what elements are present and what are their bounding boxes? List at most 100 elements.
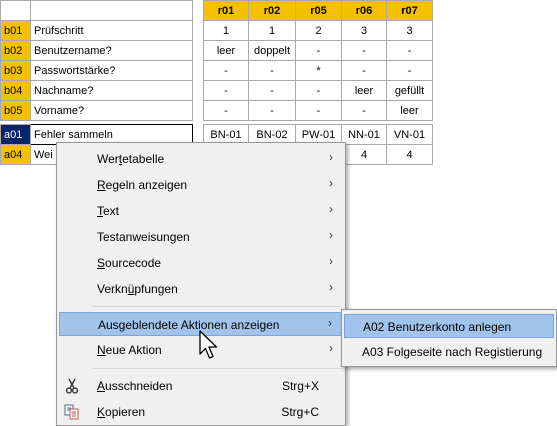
table-cell[interactable]: leer	[203, 40, 249, 61]
menu-item-verknuepfungen[interactable]: Verknüpfungen ›	[59, 277, 343, 301]
copy-icon	[63, 403, 81, 421]
row-id-b01[interactable]: b01	[0, 20, 31, 41]
row-id-a01[interactable]: a01	[0, 124, 31, 145]
menu-item-label: Kopieren	[97, 405, 146, 419]
submenu-item-a02[interactable]: A02 Benutzerkonto anlegen	[344, 314, 554, 338]
menu-item-label: Text	[97, 204, 120, 218]
gap-cell	[192, 0, 204, 21]
decision-table-top: r01 r02 r05 r06 r07 b01 Prüfschritt 1 1 …	[0, 0, 433, 121]
context-menu: Wertetabelle › Regeln anzeigen › Text › …	[56, 142, 346, 426]
submenu-arrow-icon: ›	[329, 228, 333, 242]
header-row: r01 r02 r05 r06 r07	[0, 0, 433, 21]
row-label[interactable]: Benutzername?	[30, 40, 193, 61]
menu-item-label: Ausschneiden	[97, 379, 173, 393]
menu-separator	[93, 306, 341, 307]
table-row: b01 Prüfschritt 1 1 2 3 3	[0, 20, 433, 41]
row-id-a04[interactable]: a04	[0, 144, 31, 165]
table-cell[interactable]: 2	[295, 20, 342, 41]
gap-cell	[192, 80, 204, 101]
label-header-cell	[30, 0, 193, 21]
table-cell[interactable]: -	[248, 100, 296, 121]
row-label[interactable]: Passwortstärke?	[30, 60, 193, 81]
row-label[interactable]: Nachname?	[30, 80, 193, 101]
column-header-r05[interactable]: r05	[295, 0, 342, 21]
table-cell[interactable]: 3	[386, 20, 433, 41]
table-cell[interactable]: NN-01	[341, 124, 387, 145]
table-cell[interactable]: -	[203, 60, 249, 81]
table-cell[interactable]: -	[203, 100, 249, 121]
submenu-arrow-icon: ›	[329, 202, 333, 216]
row-label[interactable]: Prüfschritt	[30, 20, 193, 41]
row-id-b05[interactable]: b05	[0, 100, 31, 121]
table-cell[interactable]: -	[341, 40, 387, 61]
scissors-icon	[63, 377, 81, 395]
table-row: b03 Passwortstärke? - - * - -	[0, 60, 433, 81]
menu-item-sourcecode[interactable]: Sourcecode ›	[59, 251, 343, 275]
table-cell[interactable]: 1	[248, 20, 296, 41]
column-header-r06[interactable]: r06	[341, 0, 387, 21]
table-row: b04 Nachname? - - - leer gefüllt	[0, 80, 433, 101]
table-cell[interactable]: doppelt	[248, 40, 296, 61]
submenu-arrow-icon: ›	[329, 341, 333, 355]
row-id-b03[interactable]: b03	[0, 60, 31, 81]
submenu-item-label: A03 Folgeseite nach Registierung	[362, 345, 543, 359]
submenu-item-label: A02 Benutzerkonto anlegen	[363, 320, 512, 334]
submenu-arrow-icon: ›	[329, 150, 333, 164]
row-label[interactable]: Vorname?	[30, 100, 193, 121]
table-row: b02 Benutzername? leer doppelt - - -	[0, 40, 433, 61]
table-cell[interactable]: -	[386, 60, 433, 81]
table-cell[interactable]: -	[295, 100, 342, 121]
row-id-b02[interactable]: b02	[0, 40, 31, 61]
table-cell[interactable]: -	[295, 40, 342, 61]
menu-item-label: Neue Aktion	[97, 343, 162, 357]
submenu-arrow-icon: ›	[329, 280, 333, 294]
menu-item-label: Sourcecode	[97, 256, 162, 270]
table-cell[interactable]: -	[295, 80, 342, 101]
table-cell[interactable]: -	[341, 100, 387, 121]
table-cell[interactable]: 3	[341, 20, 387, 41]
submenu-hidden-actions: A02 Benutzerkonto anlegen A03 Folgeseite…	[341, 309, 557, 367]
menu-separator	[93, 368, 341, 369]
menu-item-label: Testanweisungen	[97, 230, 190, 244]
shortcut-label: Strg+C	[281, 405, 319, 419]
submenu-arrow-icon: ›	[329, 176, 333, 190]
submenu-arrow-icon: ›	[328, 316, 332, 330]
shortcut-label: Strg+X	[281, 379, 319, 393]
column-header-r01[interactable]: r01	[203, 0, 249, 21]
table-cell[interactable]: *	[295, 60, 342, 81]
table-cell[interactable]: 4	[341, 144, 387, 165]
column-header-r02[interactable]: r02	[248, 0, 296, 21]
table-cell[interactable]: leer	[386, 100, 433, 121]
table-cell[interactable]: -	[248, 80, 296, 101]
corner-cell	[0, 0, 31, 21]
table-cell[interactable]: -	[248, 60, 296, 81]
menu-item-ausschneiden[interactable]: Ausschneiden Strg+X	[59, 374, 343, 398]
table-cell[interactable]: gefüllt	[386, 80, 433, 101]
column-header-r07[interactable]: r07	[386, 0, 433, 21]
table-cell[interactable]: -	[203, 80, 249, 101]
table-row: b05 Vorname? - - - - leer	[0, 100, 433, 121]
submenu-arrow-icon: ›	[329, 254, 333, 268]
table-cell[interactable]: 1	[203, 20, 249, 41]
menu-item-testanweisungen[interactable]: Testanweisungen ›	[59, 225, 343, 249]
menu-item-kopieren[interactable]: Kopieren Strg+C	[59, 400, 343, 424]
table-cell[interactable]: leer	[341, 80, 387, 101]
submenu-item-a03[interactable]: A03 Folgeseite nach Registierung	[344, 340, 554, 364]
menu-item-wertetabelle[interactable]: Wertetabelle ›	[59, 147, 343, 171]
table-cell[interactable]: -	[386, 40, 433, 61]
menu-item-label: Verknüpfungen	[97, 282, 178, 296]
mouse-pointer-icon	[199, 330, 221, 365]
gap-cell	[192, 100, 204, 121]
gap-cell	[192, 20, 204, 41]
menu-item-text[interactable]: Text ›	[59, 199, 343, 223]
table-cell[interactable]: VN-01	[386, 124, 433, 145]
menu-item-regeln-anzeigen[interactable]: Regeln anzeigen ›	[59, 173, 343, 197]
row-id-b04[interactable]: b04	[0, 80, 31, 101]
gap-cell	[192, 60, 204, 81]
table-cell[interactable]: -	[341, 60, 387, 81]
gap-cell	[192, 40, 204, 61]
menu-item-label: Ausgeblendete Aktionen anzeigen	[98, 318, 280, 332]
menu-item-label: Regeln anzeigen	[97, 178, 188, 192]
table-cell[interactable]: 4	[386, 144, 433, 165]
menu-item-label: Wertetabelle	[97, 152, 165, 166]
